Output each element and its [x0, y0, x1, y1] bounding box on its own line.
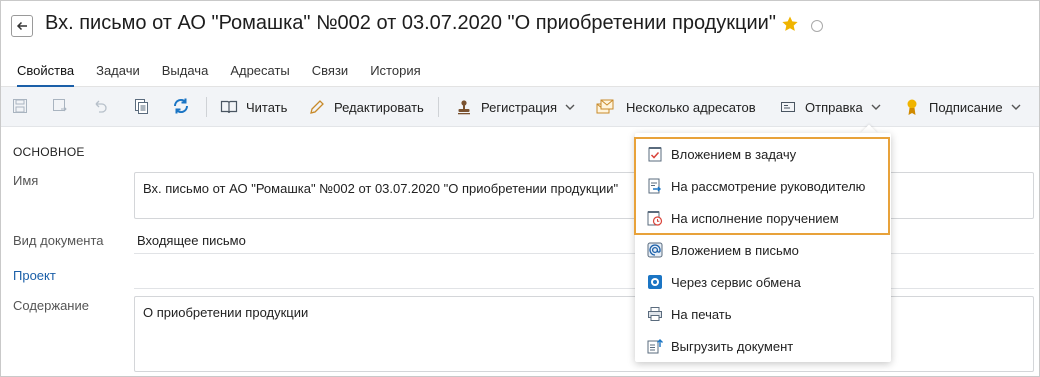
refresh-icon[interactable] [172, 97, 190, 115]
status-circle-icon[interactable] [811, 20, 823, 32]
menu-item-label: Через сервис обмена [671, 274, 801, 290]
menu-item-forward-manager[interactable]: На рассмотрение руководителю [635, 170, 891, 202]
arrow-left-icon [16, 21, 27, 31]
send-card-icon [779, 98, 797, 116]
name-field[interactable]: Вх. письмо от АО "Ромашка" №002 от 03.07… [134, 172, 1034, 219]
undo-icon[interactable] [91, 97, 109, 115]
menu-item-label: Вложением в задачу [671, 146, 797, 162]
document-window: Вх. письмо от АО "Ромашка" №002 от 03.07… [0, 0, 1040, 377]
menu-item-label: На исполнение поручением [671, 210, 839, 226]
toolbar-separator [438, 97, 439, 117]
send-dropdown-menu: Вложением в задачу На рассмотрение руков… [635, 133, 891, 362]
save-icon[interactable] [11, 97, 29, 115]
chevron-down-icon [1011, 104, 1021, 110]
menu-item-export-document[interactable]: Выгрузить документ [635, 330, 891, 362]
doc-type-field[interactable]: Входящее письмо [137, 233, 246, 248]
favorite-star-icon[interactable] [781, 15, 799, 36]
doc-type-underline [134, 253, 1034, 254]
project-field[interactable] [134, 288, 1034, 289]
seal-medal-icon [903, 98, 921, 116]
multiple-addressees-label: Несколько адресатов [626, 99, 756, 115]
tab-bar: Свойства Задачи Выдача Адресаты Связи Ис… [17, 63, 443, 88]
menu-item-label: На рассмотрение руководителю [671, 178, 866, 194]
chevron-down-icon [565, 104, 575, 110]
copy-icon[interactable] [132, 97, 150, 115]
signing-button[interactable]: Подписание [903, 95, 1021, 119]
tab-tasks[interactable]: Задачи [96, 63, 140, 88]
save-close-icon[interactable] [51, 97, 69, 115]
assignment-clock-icon [647, 210, 663, 226]
name-label: Имя [13, 173, 39, 188]
content-label: Содержание [13, 298, 89, 313]
edit-label: Редактировать [334, 99, 424, 115]
menu-item-exchange-service[interactable]: Через сервис обмена [635, 266, 891, 298]
tab-properties[interactable]: Свойства [17, 63, 75, 88]
read-button[interactable]: Читать [220, 95, 287, 119]
tab-addressees[interactable]: Адресаты [230, 63, 289, 88]
toolbar: Читать Редактировать Регистрация Несколь… [1, 87, 1039, 127]
content-field[interactable]: О приобретении продукции [134, 296, 1034, 372]
toolbar-separator [206, 97, 207, 117]
tab-links[interactable]: Связи [312, 63, 348, 88]
multiple-addressees-button[interactable]: Несколько адресатов [596, 95, 756, 119]
email-at-icon [647, 242, 663, 258]
registration-button[interactable]: Регистрация [455, 95, 575, 119]
doc-type-label: Вид документа [13, 233, 104, 248]
printer-icon [647, 306, 663, 322]
stamp-icon [455, 98, 473, 116]
back-button[interactable] [11, 15, 33, 37]
read-label: Читать [246, 99, 288, 115]
forward-to-manager-icon [647, 178, 663, 194]
task-attachment-icon [647, 146, 663, 162]
menu-item-task-attachment[interactable]: Вложением в задачу [635, 138, 891, 170]
exchange-service-icon [647, 274, 663, 290]
envelopes-icon [596, 98, 614, 116]
section-title: ОСНОВНОЕ [13, 145, 85, 159]
send-button[interactable]: Отправка [779, 95, 881, 119]
edit-button[interactable]: Редактировать [308, 95, 424, 119]
pencil-icon [308, 98, 326, 116]
registration-label: Регистрация [481, 99, 557, 115]
chevron-down-icon [871, 104, 881, 110]
project-link[interactable]: Проект [13, 268, 56, 283]
export-document-icon [647, 338, 663, 354]
tab-issuance[interactable]: Выдача [162, 63, 209, 88]
menu-item-email-attachment[interactable]: Вложением в письмо [635, 234, 891, 266]
tab-history[interactable]: История [370, 63, 420, 88]
page-title: Вх. письмо от АО "Ромашка" №002 от 03.07… [45, 12, 776, 34]
send-label: Отправка [805, 99, 863, 115]
menu-item-label: Вложением в письмо [671, 242, 799, 258]
menu-item-label: На печать [671, 306, 732, 322]
book-icon [220, 98, 238, 116]
signing-label: Подписание [929, 99, 1003, 115]
menu-item-label: Выгрузить документ [671, 338, 794, 354]
menu-item-print[interactable]: На печать [635, 298, 891, 330]
menu-item-assignment[interactable]: На исполнение поручением [635, 202, 891, 234]
